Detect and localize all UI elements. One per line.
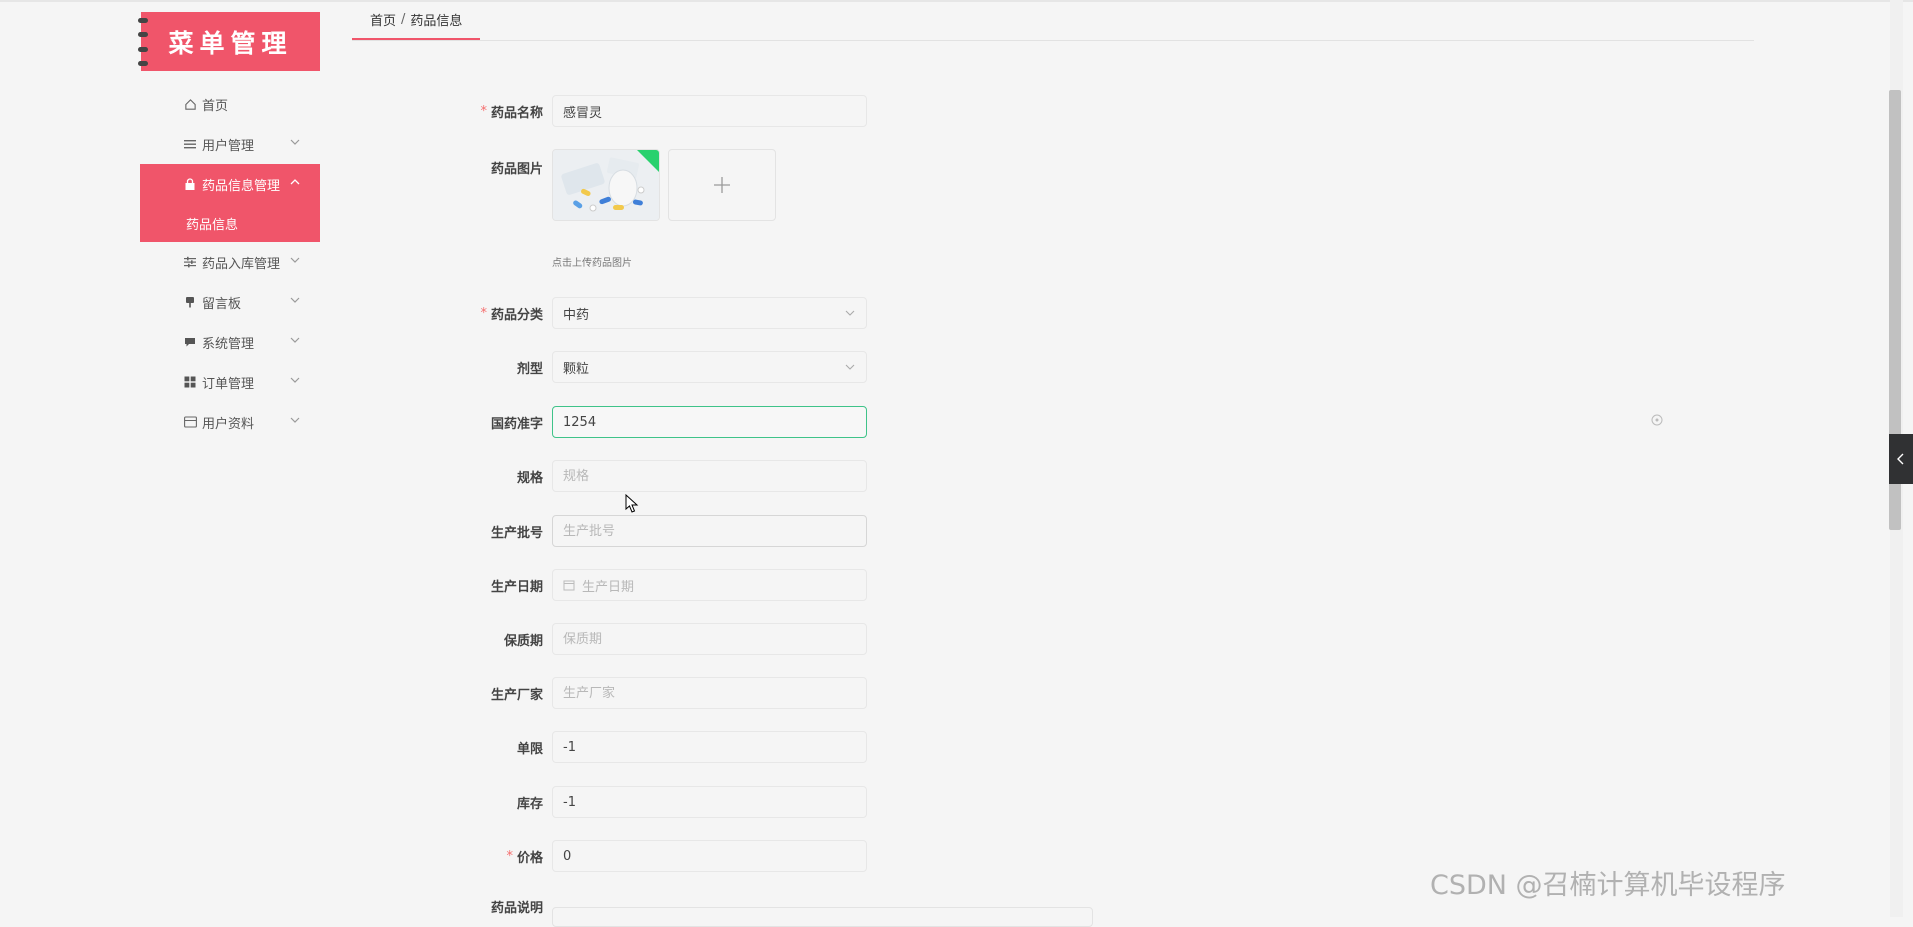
logo-text: 菜单管理 bbox=[168, 28, 293, 58]
row-stock: 库存 bbox=[0, 786, 1913, 818]
approval-number-label: 国药准字 bbox=[490, 416, 543, 432]
purchase-limit-label: 单限 bbox=[516, 741, 543, 757]
row-batch-number: 生产批号 bbox=[0, 515, 1913, 547]
submenu-item-drug-info[interactable]: 药品信息 bbox=[140, 204, 320, 242]
chat-icon bbox=[183, 335, 197, 349]
plus-icon bbox=[714, 177, 730, 193]
category-label: * 药品分类 bbox=[480, 305, 543, 323]
shelf-life-label: 保质期 bbox=[503, 633, 543, 649]
description-label: 药品说明 bbox=[490, 900, 543, 916]
price-label: * 价格 bbox=[506, 848, 543, 866]
upload-tip: 点击上传药品图片 bbox=[552, 258, 632, 269]
row-purchase-limit: 单限 bbox=[0, 731, 1913, 763]
breadcrumb-bar: 首页 / 药品信息 bbox=[352, 0, 1754, 41]
sliders-icon bbox=[183, 255, 197, 269]
dosage-form-select[interactable]: 颗粒 bbox=[552, 351, 867, 383]
upload-add-button[interactable] bbox=[668, 149, 776, 221]
drug-image-thumbnail[interactable] bbox=[552, 149, 660, 221]
watermark: CSDN @召楠计算机毕设程序 bbox=[1430, 870, 1786, 901]
production-date-placeholder: 生产日期 bbox=[582, 579, 635, 595]
row-drug-name: * 药品名称 bbox=[0, 95, 1913, 127]
row-production-date: 生产日期 生产日期 bbox=[0, 569, 1913, 601]
breadcrumb-current: 药品信息 bbox=[410, 13, 463, 29]
row-dosage-form: 剂型 颗粒 bbox=[0, 351, 1913, 383]
row-manufacturer: 生产厂家 bbox=[0, 677, 1913, 709]
drug-image-label: 药品图片 bbox=[490, 161, 543, 177]
clear-circle-icon[interactable] bbox=[1651, 414, 1663, 426]
batch-number-input[interactable] bbox=[552, 515, 867, 547]
row-drug-image: 药品图片 bbox=[0, 151, 1913, 183]
notebook-rings bbox=[138, 18, 148, 66]
chevron-down-icon bbox=[290, 139, 300, 145]
chevron-down-icon bbox=[290, 337, 300, 343]
logo: 菜单管理 bbox=[138, 12, 320, 71]
approval-number-input[interactable] bbox=[552, 406, 867, 438]
row-approval-number: 国药准字 bbox=[0, 406, 1913, 438]
breadcrumb: 首页 / 药品信息 bbox=[352, 0, 481, 40]
stock-label: 库存 bbox=[516, 796, 543, 812]
mouse-cursor-icon bbox=[625, 494, 639, 513]
category-select[interactable]: 中药 bbox=[552, 297, 867, 329]
row-category: * 药品分类 中药 bbox=[0, 297, 1913, 329]
production-date-picker[interactable]: 生产日期 bbox=[552, 569, 867, 601]
dosage-form-label: 剂型 bbox=[516, 361, 543, 377]
purchase-limit-input[interactable] bbox=[552, 731, 867, 763]
spec-input[interactable] bbox=[552, 460, 867, 492]
sidebar-item-drug-stock-in[interactable]: 药品入库管理 bbox=[140, 242, 320, 282]
chevron-left-icon bbox=[1897, 453, 1904, 465]
sidebar-item-label: 系统管理 bbox=[202, 336, 255, 352]
calendar-icon bbox=[563, 580, 575, 591]
stock-input[interactable] bbox=[552, 786, 867, 818]
breadcrumb-separator: / bbox=[401, 11, 406, 27]
manufacturer-label: 生产厂家 bbox=[490, 687, 543, 703]
drug-name-input[interactable] bbox=[552, 95, 867, 127]
sidebar-menu: 首页 用户管理 药品信息管理 药品信息 药品入库管理 留言板 系统管理 订单管理… bbox=[140, 84, 320, 442]
production-date-label: 生产日期 bbox=[490, 579, 543, 595]
category-value: 中药 bbox=[563, 307, 590, 323]
chevron-down-icon bbox=[845, 310, 855, 316]
spec-label: 规格 bbox=[516, 470, 543, 486]
description-editor[interactable] bbox=[552, 907, 1093, 927]
chevron-down-icon bbox=[845, 364, 855, 370]
chevron-down-icon bbox=[290, 257, 300, 263]
batch-number-label: 生产批号 bbox=[490, 525, 543, 541]
shelf-life-input[interactable] bbox=[552, 623, 867, 655]
row-spec: 规格 bbox=[0, 460, 1913, 492]
sidebar-item-label: 药品入库管理 bbox=[202, 256, 281, 272]
price-input[interactable] bbox=[552, 840, 867, 872]
row-shelf-life: 保质期 bbox=[0, 623, 1913, 655]
pills-image bbox=[553, 150, 659, 220]
side-panel-toggle[interactable] bbox=[1889, 434, 1913, 484]
manufacturer-input[interactable] bbox=[552, 677, 867, 709]
breadcrumb-home[interactable]: 首页 bbox=[370, 10, 396, 29]
dosage-form-value: 颗粒 bbox=[563, 361, 590, 377]
list-icon bbox=[183, 137, 197, 151]
drug-name-label: * 药品名称 bbox=[480, 103, 543, 121]
